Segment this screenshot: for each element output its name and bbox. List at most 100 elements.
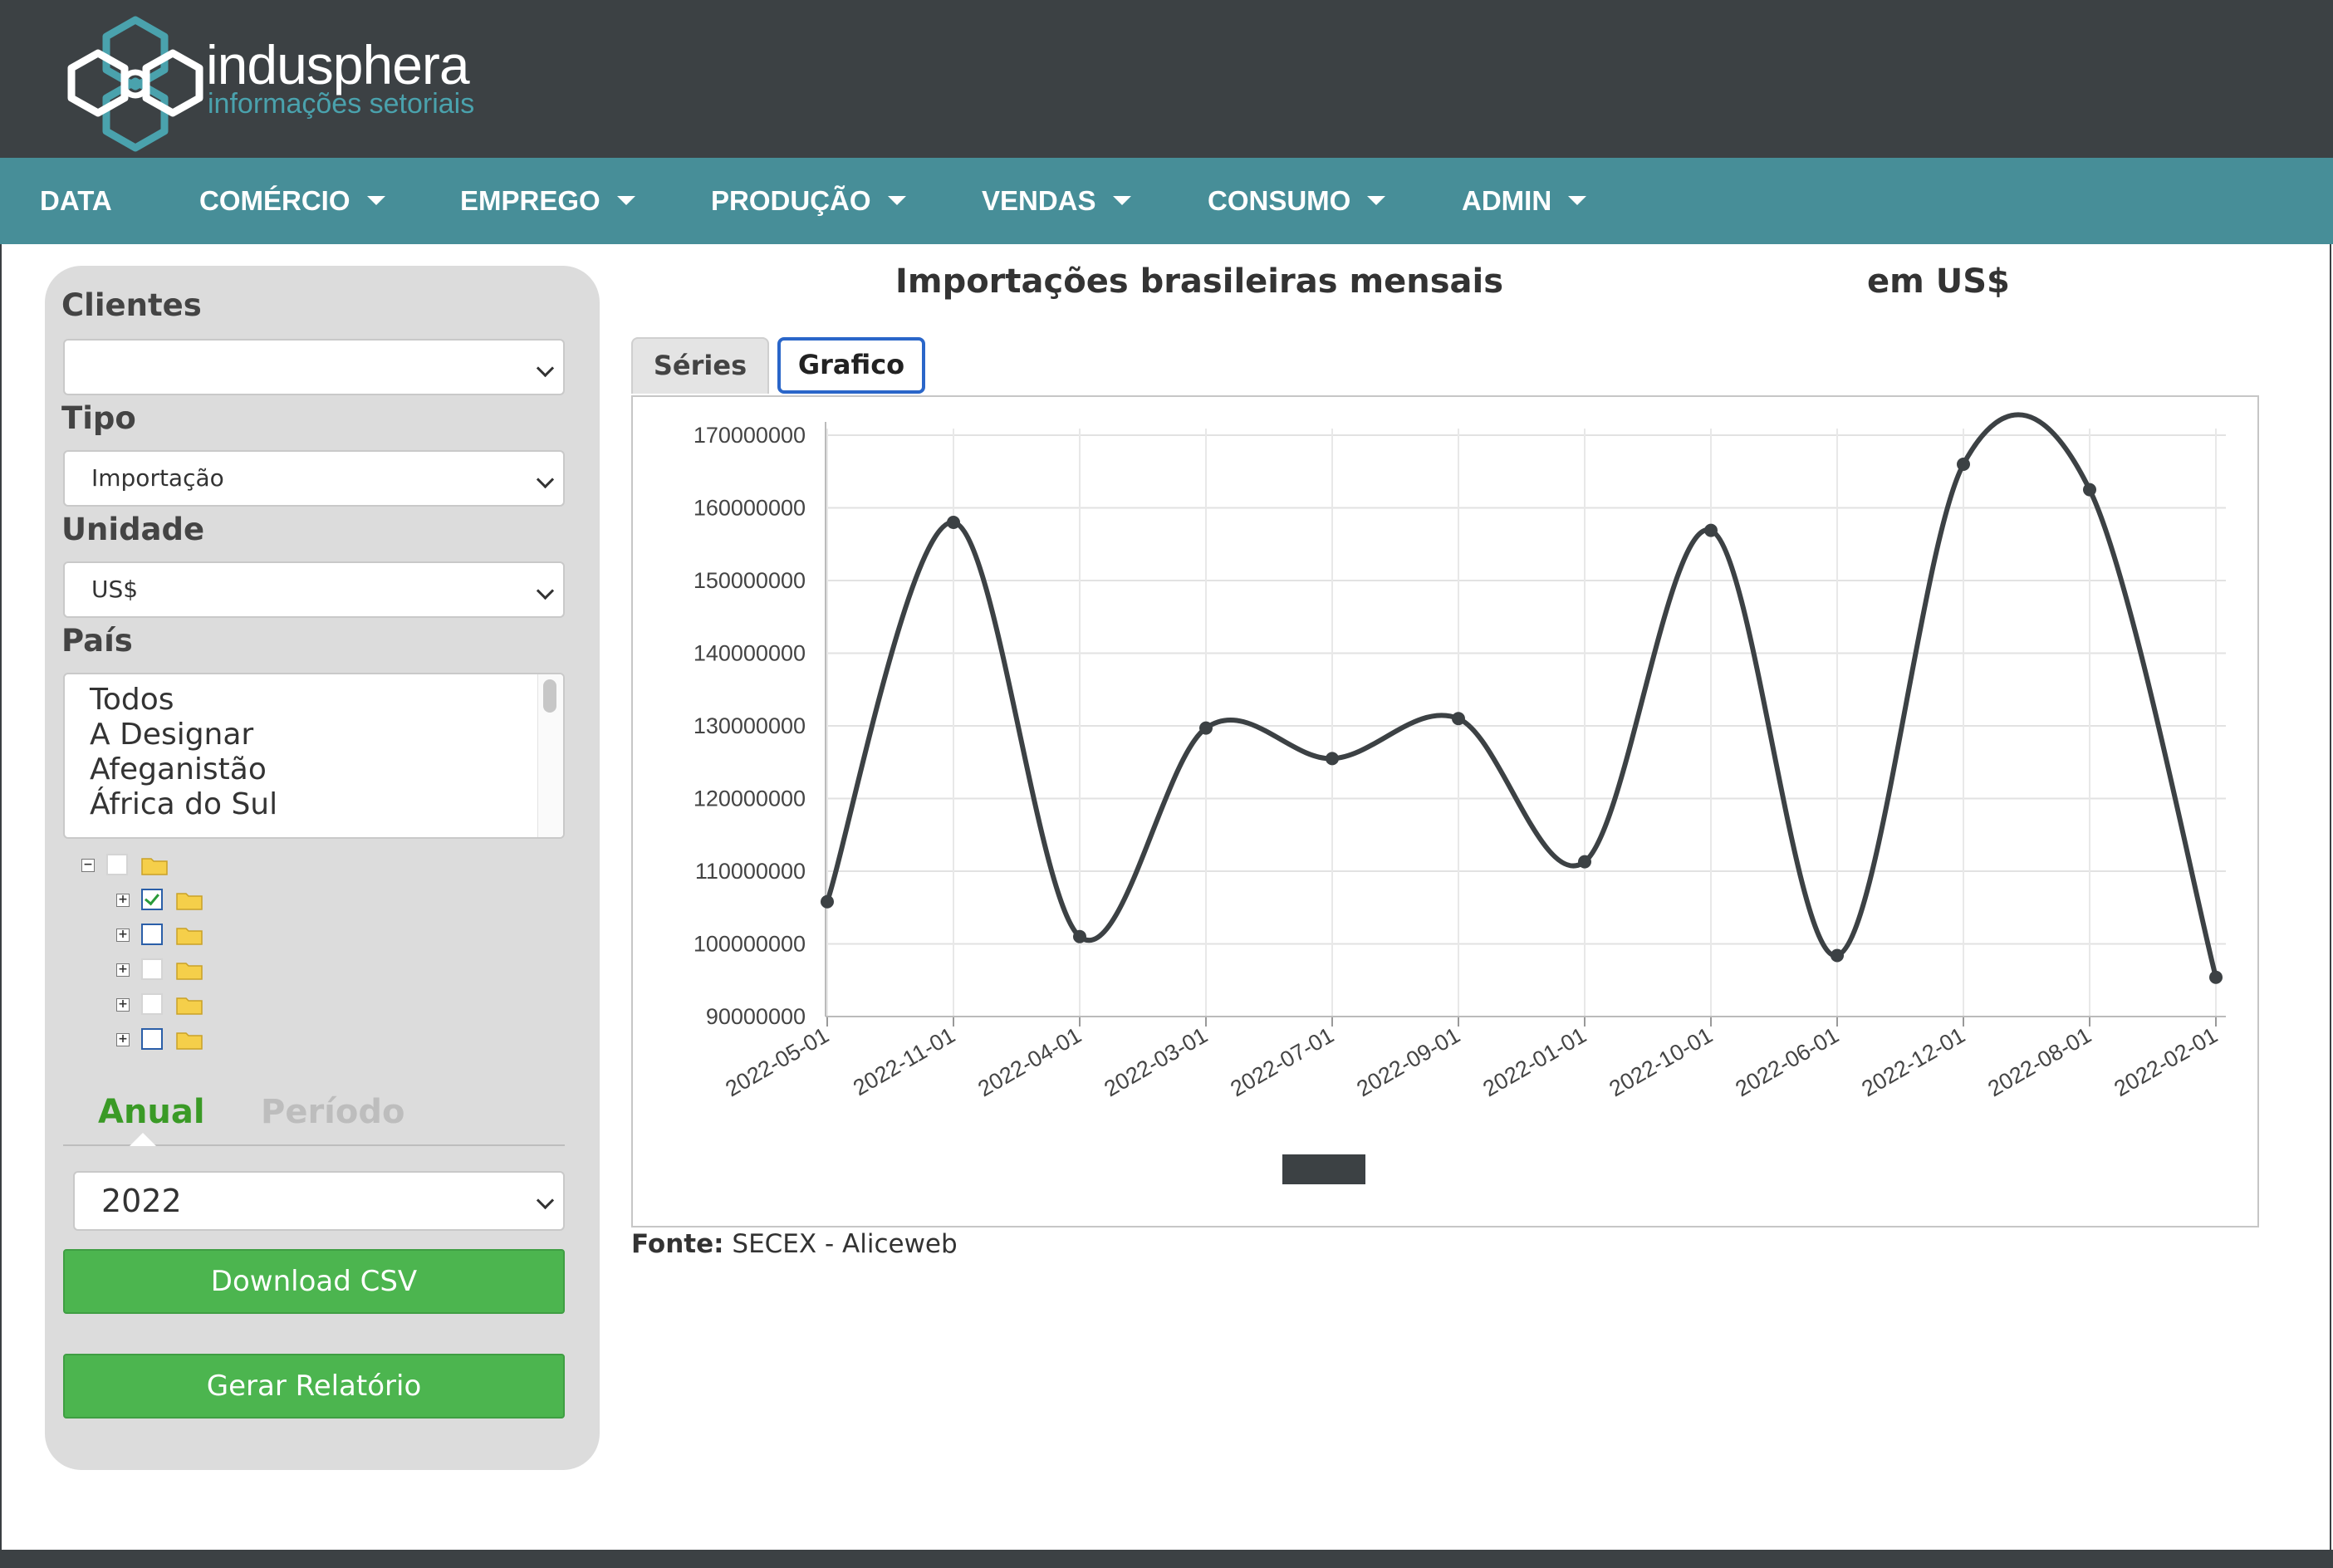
caret-down-icon: [366, 195, 385, 205]
x-tick-label: 2022-01-01: [1478, 1022, 1590, 1101]
data-point: [1073, 929, 1086, 943]
caret-down-icon: [616, 195, 635, 205]
gerar-relatorio-button[interactable]: Gerar Relatório: [63, 1354, 565, 1419]
source-note: Fonte: SECEX - Aliceweb: [631, 1229, 958, 1259]
nav-item-comercio[interactable]: COMÉRCIO: [199, 158, 385, 244]
year-select[interactable]: 2022: [73, 1171, 565, 1231]
x-tick-label: 2022-02-01: [2110, 1022, 2222, 1101]
x-tick-label: 2022-05-01: [721, 1022, 833, 1101]
y-tick-label: 100000000: [694, 932, 806, 957]
tree-node: +: [116, 992, 282, 1020]
nav-item-consumo[interactable]: CONSUMO: [1208, 158, 1386, 244]
y-tick-label: 120000000: [694, 786, 806, 811]
tree-node: +: [116, 887, 282, 915]
caret-down-icon: [1367, 195, 1386, 205]
data-point: [821, 894, 834, 909]
y-tick-label: 90000000: [706, 1004, 806, 1029]
data-point: [1578, 855, 1591, 869]
chevron-down-icon: [536, 359, 555, 378]
nav-item-label: CONSUMO: [1208, 185, 1351, 216]
nav-item-label: ADMIN: [1462, 185, 1552, 216]
data-point: [947, 516, 960, 529]
tree-root: −: [81, 852, 248, 880]
folder-icon: [176, 963, 203, 980]
tree-checkbox[interactable]: [141, 1028, 163, 1050]
site-header: indusphera informações setoriais: [0, 0, 2333, 158]
x-tick-label: 2022-03-01: [1100, 1022, 1212, 1101]
nav-item-producao[interactable]: PRODUÇÃO: [711, 158, 906, 244]
tree-checkbox[interactable]: [141, 889, 163, 910]
data-point: [1326, 752, 1339, 766]
tree-checkbox[interactable]: [141, 924, 163, 945]
tipo-label: Tipo: [61, 400, 136, 436]
chart-navigator-handle[interactable]: [1282, 1154, 1365, 1184]
x-tick-label: 2022-09-01: [1352, 1022, 1464, 1101]
expand-icon[interactable]: +: [116, 963, 130, 977]
footer-bar: [0, 1550, 2333, 1568]
country-option[interactable]: A Designar: [90, 718, 253, 752]
caret-down-icon: [1568, 195, 1587, 205]
y-tick-label: 130000000: [694, 713, 806, 738]
data-point: [1831, 948, 1844, 963]
tree-checkbox[interactable]: [106, 854, 128, 875]
clientes-select[interactable]: [63, 339, 565, 395]
expand-icon[interactable]: +: [116, 998, 130, 1012]
nav-item-label: COMÉRCIO: [199, 185, 350, 216]
line-chart: 90000000 100000000 110000000 120000000 13000…: [694, 412, 2226, 1101]
listbox-scrollbar[interactable]: [537, 674, 563, 837]
tab-grafico[interactable]: Grafico: [777, 337, 925, 394]
tab-anual[interactable]: Anual: [98, 1093, 205, 1131]
download-csv-button[interactable]: Download CSV: [63, 1249, 565, 1314]
caret-down-icon: [1112, 195, 1131, 205]
country-option[interactable]: África do Sul: [90, 787, 277, 821]
nav-item-data[interactable]: DATA: [40, 158, 112, 244]
expand-icon[interactable]: +: [116, 1033, 130, 1046]
data-point: [2209, 970, 2223, 984]
nav-item-admin[interactable]: ADMIN: [1462, 158, 1587, 244]
folder-icon: [141, 858, 168, 875]
scrollbar-thumb[interactable]: [543, 679, 556, 713]
tab-series[interactable]: Séries: [631, 337, 769, 394]
expand-icon[interactable]: +: [116, 929, 130, 942]
collapse-icon[interactable]: −: [81, 859, 95, 872]
clientes-label: Clientes: [61, 287, 202, 323]
nav-item-label: PRODUÇÃO: [711, 185, 871, 216]
expand-icon[interactable]: +: [116, 894, 130, 907]
y-tick-label: 110000000: [695, 859, 806, 884]
unidade-select[interactable]: US$: [63, 561, 565, 618]
folder-icon: [176, 928, 203, 945]
x-tick-label: 2022-08-01: [1983, 1022, 2095, 1101]
y-tick-label: 140000000: [694, 641, 806, 666]
caret-down-icon: [887, 195, 906, 205]
pais-listbox[interactable]: Todos A Designar Afeganistão África do S…: [63, 673, 565, 839]
tab-periodo[interactable]: Período: [261, 1093, 404, 1131]
x-tick-label: 2022-06-01: [1731, 1022, 1843, 1101]
nav-item-vendas[interactable]: VENDAS: [982, 158, 1131, 244]
tipo-select[interactable]: Importação: [63, 450, 565, 507]
folder-icon: [176, 893, 203, 910]
data-point: [1199, 721, 1213, 735]
data-point: [1452, 712, 1465, 726]
year-value: 2022: [101, 1183, 182, 1219]
tree-node: +: [116, 1027, 282, 1055]
x-tick-label: 2022-07-01: [1226, 1022, 1338, 1101]
brand-name: indusphera: [206, 34, 470, 96]
tree-checkbox[interactable]: [141, 993, 163, 1015]
country-option[interactable]: Afeganistão: [90, 752, 267, 786]
x-tick-label: 2022-11-01: [849, 1022, 959, 1100]
data-point: [1957, 458, 1970, 471]
data-point: [2083, 483, 2096, 497]
chevron-down-icon: [536, 1191, 555, 1210]
nav-item-emprego[interactable]: EMPREGO: [460, 158, 635, 244]
active-tab-pointer: [130, 1133, 156, 1146]
unidade-value: US$: [91, 576, 139, 603]
x-tick-label: 2022-10-01: [1605, 1022, 1717, 1101]
x-tick-label: 2022-04-01: [973, 1022, 1086, 1101]
country-option[interactable]: Todos: [90, 683, 174, 717]
unidade-label: Unidade: [61, 512, 205, 547]
tree-node: +: [116, 922, 282, 950]
x-tick-label: 2022-12-01: [1857, 1022, 1969, 1101]
main-nav: DATA COMÉRCIO EMPREGO PRODUÇÃO VENDAS CO…: [0, 158, 2333, 244]
brand-tagline: informações setoriais: [208, 88, 475, 120]
tree-checkbox[interactable]: [141, 958, 163, 980]
